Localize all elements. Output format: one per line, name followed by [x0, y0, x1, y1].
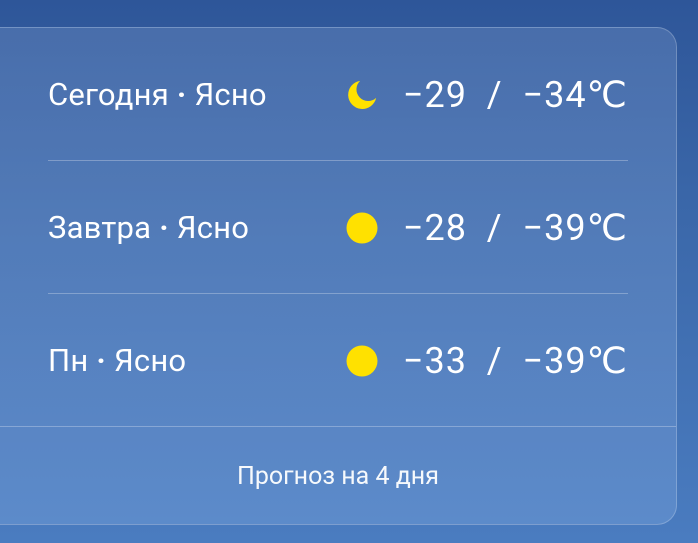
forecast-4-days-button[interactable]: Прогноз на 4 дня	[0, 427, 676, 526]
temperature-range: −29 / −34℃	[402, 73, 628, 116]
separator-dot: ·	[176, 76, 187, 113]
footer-label: Прогноз на 4 дня	[237, 462, 439, 491]
forecast-day-label: Сегодня · Ясно	[48, 76, 267, 113]
forecast-row-monday[interactable]: Пн · Ясно −33 / −39℃	[48, 294, 628, 427]
day-name: Завтра	[48, 209, 152, 246]
day-name: Пн	[48, 342, 89, 379]
sun-icon	[345, 344, 379, 378]
forecast-day-label: Пн · Ясно	[48, 342, 186, 379]
moon-icon	[345, 78, 379, 112]
condition-text: Ясно	[194, 76, 267, 113]
sun-icon	[345, 211, 379, 245]
temperature-range: −28 / −39℃	[402, 206, 628, 249]
condition-text: Ясно	[176, 209, 250, 246]
temperature-range: −33 / −39℃	[402, 339, 628, 382]
forecast-row-tomorrow[interactable]: Завтра · Ясно −28 / −39℃	[48, 161, 628, 294]
separator-dot: ·	[96, 342, 106, 379]
forecast-card[interactable]: Сегодня · Ясно −29 / −34℃ Завтра · Ясно	[0, 27, 677, 525]
day-name: Сегодня	[48, 76, 169, 113]
separator-dot: ·	[159, 209, 169, 246]
forecast-day-label: Завтра · Ясно	[48, 209, 249, 246]
condition-text: Ясно	[113, 342, 187, 379]
forecast-row-today[interactable]: Сегодня · Ясно −29 / −34℃	[48, 28, 628, 161]
